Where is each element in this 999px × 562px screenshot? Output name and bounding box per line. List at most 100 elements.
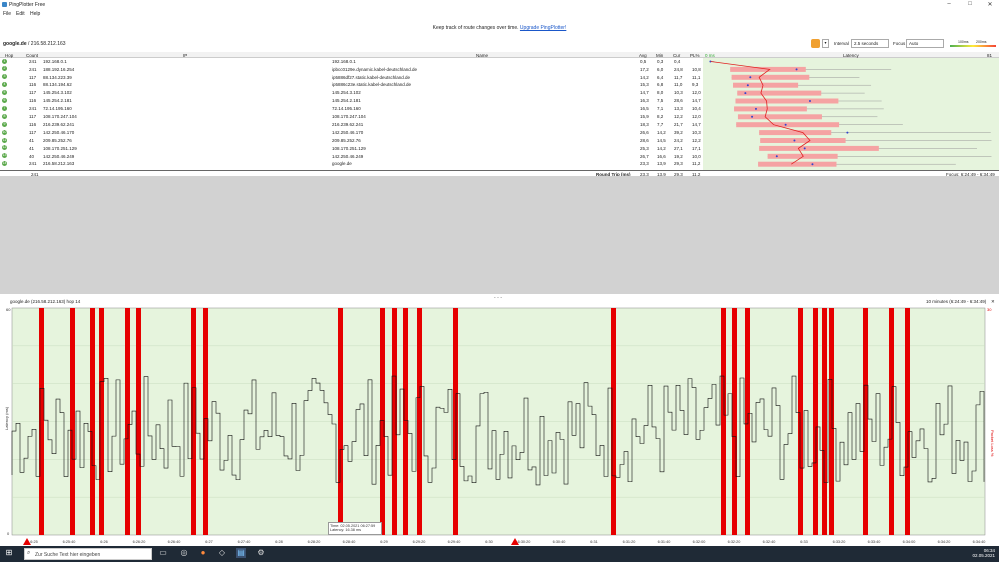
table-row[interactable]: 8 117 108.170.247.104 108.170.247.104 15,9 8,…	[0, 113, 999, 120]
x-tick-label: 6:25	[30, 540, 37, 544]
col-hop[interactable]: Hop	[5, 53, 13, 58]
col-latency[interactable]: Latency	[843, 53, 859, 58]
interval-select[interactable]: 2.5 seconds	[851, 39, 889, 48]
x-tick-label: 6:28	[275, 540, 282, 544]
table-row[interactable]: 7 241 72.14.195.160 72.14.195.160 16,5 7,1 13,…	[0, 105, 999, 112]
table-row[interactable]: 5 117 145.254.3.102 145.254.3.102 14,7 8,0 10,…	[0, 90, 999, 97]
cell-name: 72.14.195.160	[332, 106, 361, 112]
col-ip[interactable]: IP	[183, 53, 187, 58]
cell-avg: 16,3	[640, 98, 649, 104]
table-row[interactable]: 13 40 142.250.46.249 142.250.46.249 26,7 16,6…	[0, 153, 999, 160]
cell-pl: 10,3	[692, 129, 701, 135]
y-top-right: 30	[987, 307, 992, 312]
cell-ip: 142.250.46.170	[43, 129, 75, 135]
close-button[interactable]: ✕	[985, 1, 995, 9]
cell-cur: 29,3	[674, 161, 683, 167]
taskbar-search[interactable]: ⌕ Zur Suche Text hier eingeben	[24, 548, 152, 560]
cell-count: 241	[29, 66, 37, 72]
pause-button[interactable]	[811, 39, 820, 48]
y-top-left: 60	[6, 307, 11, 312]
x-tick-label: 6:29	[380, 540, 387, 544]
cell-count: 117	[29, 74, 37, 80]
cell-min: 7,7	[657, 121, 664, 127]
x-tick-label: 6:28:20	[308, 540, 321, 544]
chevron-down-icon[interactable]: ▾	[822, 39, 829, 48]
cell-ip: 209.85.252.76	[43, 137, 72, 143]
cell-avg: 23,3	[640, 161, 649, 167]
upgrade-link[interactable]: Upgrade PingPlotter!	[520, 25, 566, 31]
cell-pl: 11,2	[692, 161, 701, 167]
menu-help[interactable]: Help	[30, 11, 40, 17]
pingplotter-icon[interactable]: ▤	[236, 548, 246, 558]
packet-loss-bar	[338, 308, 343, 535]
menu-file[interactable]: File	[3, 11, 11, 17]
x-tick-label: 6:33:20	[833, 540, 846, 544]
hop-number: 12	[2, 145, 7, 151]
table-row[interactable]: 6 116 145.254.2.181 145.254.2.181 16,3 7,5 28,…	[0, 98, 999, 105]
hop-number: 1	[2, 58, 7, 64]
cell-cur: 39,2	[674, 129, 683, 135]
x-tick-label: 6:26:20	[133, 540, 146, 544]
x-tick-label: 6:28:40	[343, 540, 356, 544]
col-count[interactable]: Count	[26, 53, 38, 58]
cell-cur: 11,7	[674, 74, 683, 80]
col-name[interactable]: Name	[476, 53, 488, 58]
hop-number: 4	[2, 82, 7, 88]
cell-avg: 14,2	[640, 74, 649, 80]
cell-pl: 12,0	[692, 114, 701, 120]
minimize-button[interactable]: –	[944, 1, 954, 9]
steam-icon[interactable]: ◎	[179, 548, 189, 558]
table-row[interactable]: 2 241 188.192.16.254 ipbcc0129e.dynamic.kab…	[0, 66, 999, 73]
cell-avg: 28,6	[640, 137, 649, 143]
col-min[interactable]: Min	[656, 53, 663, 58]
timeline-graph: 60 0 30 Latency (ms) Packet Loss % 6:25 6:25:4…	[4, 307, 995, 545]
hop-number: 8	[2, 113, 7, 119]
cell-name: 142.250.46.249	[332, 153, 364, 159]
cell-count: 117	[29, 129, 37, 135]
table-row[interactable]: 12 41 108.170.251.129 108.170.251.129 25,3 14…	[0, 145, 999, 152]
cell-min: 8,2	[657, 114, 664, 120]
cell-name: 145.254.3.102	[332, 90, 361, 96]
cell-pl: 17,1	[692, 145, 701, 151]
table-row[interactable]: 10 117 142.250.46.170 142.250.46.170 26,6 14,…	[0, 129, 999, 136]
cell-min: 7,5	[657, 98, 664, 104]
tooltip-latency: Latency: 16.38 ms	[330, 528, 362, 532]
col-avg[interactable]: Avg	[639, 53, 647, 58]
cell-count: 116	[29, 98, 37, 104]
x-tick-label: 6:34:20	[938, 540, 951, 544]
cell-ip: 216.239.62.241	[43, 121, 75, 127]
col-cur[interactable]: Cur	[673, 53, 680, 58]
table-row[interactable]: 11 41 209.85.252.76 209.85.252.76 28,6 14,5 24…	[0, 137, 999, 144]
graph-title: google.de (216.58.212.163) hop 14	[10, 299, 81, 304]
col-pl[interactable]: PL%	[690, 53, 700, 58]
focus-select[interactable]: Auto	[906, 39, 944, 48]
firefox-icon[interactable]: ●	[198, 548, 208, 558]
app-icon	[2, 2, 7, 7]
table-row[interactable]: 3 117 88.134.223.39 ip5886df27.static.kabel…	[0, 74, 999, 81]
cell-pl: 10,4	[692, 106, 701, 112]
windows-start-icon[interactable]: ⊞	[4, 548, 14, 558]
packet-loss-bar	[417, 308, 422, 535]
cell-cur: 27,1	[674, 145, 683, 151]
cell-min: 7,1	[657, 106, 664, 112]
x-tick-label: 6:31	[590, 540, 597, 544]
table-row[interactable]: 9 116 216.239.62.241 216.239.62.241 18,3 7,7 2…	[0, 121, 999, 128]
y-axis-label: Latency (ms)	[4, 406, 9, 430]
cell-count: 117	[29, 114, 37, 120]
file-explorer-icon[interactable]: ▭	[158, 548, 168, 558]
maximize-button[interactable]: □	[965, 1, 975, 9]
focus-label: Focus	[893, 41, 906, 46]
table-row[interactable]: 14 241 216.58.212.163 google.de 23,3 13,9 29,3…	[0, 161, 999, 168]
x-tick-label: 6:32:40	[763, 540, 776, 544]
x-tick-label: 6:32:20	[728, 540, 741, 544]
y-bottom-left: 0	[7, 531, 10, 536]
app-icon-2[interactable]: ◇	[217, 548, 227, 558]
table-row[interactable]: 4 116 88.134.194.62 ip5886c23e.static.kabel…	[0, 82, 999, 89]
menu-edit[interactable]: Edit	[16, 11, 25, 17]
x-tick-label: 6:34:00	[903, 540, 916, 544]
cell-pl: 10,8	[692, 66, 701, 72]
settings-icon[interactable]: ⚙	[256, 548, 266, 558]
table-row[interactable]: 1 241 192.168.0.1 192.168.0.1 0,5 0,3 0,4	[0, 58, 999, 65]
cell-min: 6,4	[657, 74, 664, 80]
packet-loss-bar	[453, 308, 458, 535]
